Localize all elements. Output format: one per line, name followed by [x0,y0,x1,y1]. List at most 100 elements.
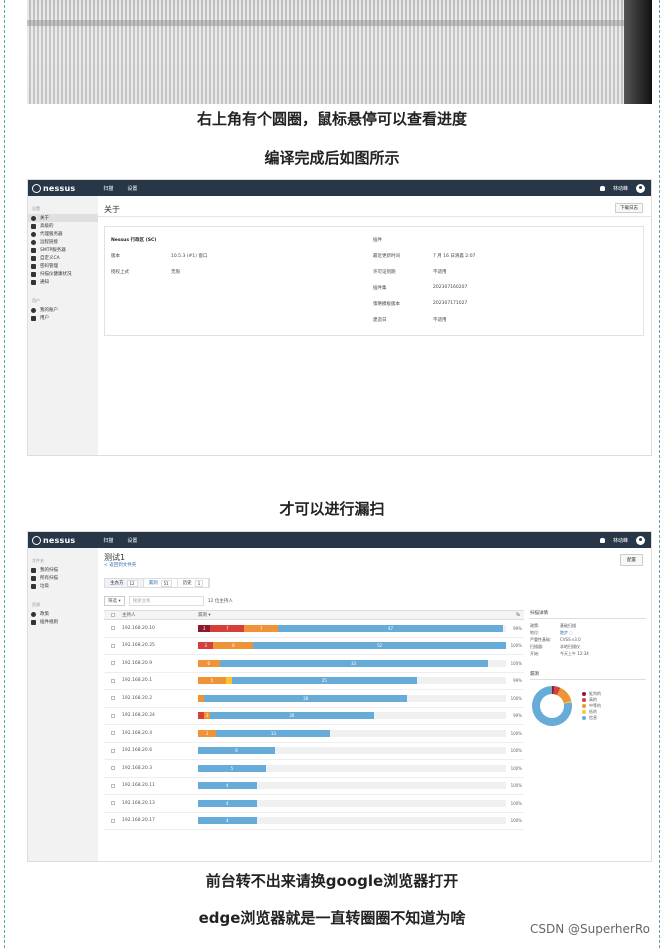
sidebar-item-my-account[interactable]: 我的账户 [28,306,98,314]
table-row[interactable]: 192.168.20.13 4 100% [104,795,524,813]
table-row[interactable]: 192.168.20.4 2 13 100% [104,725,524,743]
row-checkbox[interactable] [111,748,115,753]
sidebar-item-users[interactable]: 用户 [28,314,98,322]
vuln-segment[interactable]: 52 [253,642,506,650]
vuln-bar[interactable]: 4 [198,782,506,790]
vuln-segment[interactable]: 3 [198,642,214,650]
nessus-logo[interactable]: nessus [32,535,75,545]
vuln-bar[interactable]: 6 [198,747,506,755]
vuln-segment[interactable]: 5 [198,764,266,772]
sidebar-item-smtp[interactable]: SMTP服务器 [28,246,98,254]
download-logs-button[interactable]: 下载日志 [615,203,643,213]
user-icon[interactable] [636,535,645,545]
row-checkbox[interactable] [111,678,115,683]
nav-settings[interactable]: 设置 [127,537,137,544]
vuln-bar[interactable]: 3 26 [198,712,506,720]
vuln-segment[interactable]: 33 [219,659,488,667]
bell-icon[interactable] [599,185,605,191]
vuln-segment[interactable]: 28 [204,694,408,702]
col-vulnerabilities[interactable]: 漏洞 ▾ [198,612,506,618]
tab-history[interactable]: 历史 1 [178,579,210,587]
vuln-segment[interactable]: 6 [198,747,275,755]
vuln-segment[interactable]: 4 [198,799,257,807]
row-checkbox[interactable] [111,661,115,666]
table-row[interactable]: 192.168.20.2 28 100% [104,690,524,708]
sidebar-item-plugin-rules[interactable]: 插件规则 [28,618,98,626]
nessus-logo[interactable]: nessus [32,183,75,193]
row-checkbox[interactable] [111,626,115,631]
row-checkbox[interactable] [111,766,115,771]
vuln-segment[interactable]: 3 [198,624,211,632]
sidebar-item-remote-link[interactable]: 远程链接 [28,238,98,246]
sidebar-item-custom-ca[interactable]: 自定义CA [28,254,98,262]
bell-icon[interactable] [599,537,605,543]
table-row[interactable]: 192.168.20.17 4 100% [104,813,524,830]
col-host[interactable]: 主持人 [122,612,198,618]
vuln-segment[interactable]: 6 [198,659,220,667]
vuln-bar[interactable]: 6 33 [198,659,506,667]
vuln-bar[interactable]: 4 [198,817,506,825]
user-name[interactable]: 林动峰 [613,537,628,544]
vuln-segment[interactable]: 7 [210,624,245,632]
user-name[interactable]: 林动峰 [613,185,628,192]
vuln-segment[interactable]: 25 [231,677,417,685]
tab-vulnerabilities[interactable]: 漏洞 51 [144,579,178,587]
table-row[interactable]: 192.168.20.1 5 25 99% [104,673,524,690]
row-percent: 100% [510,783,522,789]
vuln-bar[interactable]: 2 13 [198,729,506,737]
nav-scans[interactable]: 扫描 [103,537,113,544]
vuln-bar[interactable]: 28 [198,694,506,702]
vuln-segment[interactable]: 4 [198,817,257,825]
vuln-segment[interactable]: 5 [198,677,226,685]
tab-hosts[interactable]: 主办方 12 [105,579,144,587]
sidebar-item-scanner-health[interactable]: 扫描仪健康状况 [28,270,98,278]
nav-settings[interactable]: 设置 [127,185,137,192]
vuln-segment[interactable]: 26 [210,712,374,720]
vuln-segment[interactable]: 7 [244,624,279,632]
select-all-checkbox[interactable] [111,613,115,617]
table-row[interactable]: 192.168.20.10 3 7 7 47 99% [104,620,524,638]
row-checkbox[interactable] [111,696,115,701]
row-checkbox[interactable] [111,783,115,788]
table-row[interactable]: 192.168.20.3 5 100% [104,760,524,778]
table-row[interactable]: 192.168.20.24 3 26 99% [104,708,524,725]
sidebar-item-notifications[interactable]: 通知 [28,278,98,286]
table-row[interactable]: 192.168.20.9 6 33 100% [104,655,524,673]
sidebar-item-my-scans[interactable]: 我的扫描 [28,566,98,574]
table-row[interactable]: 192.168.20.11 4 100% [104,778,524,795]
vuln-segment[interactable]: 8 [213,642,254,650]
caption-3: 才可以进行漏扫 [279,500,385,518]
table-row[interactable]: 192.168.20.25 3 8 52 100% [104,638,524,655]
row-checkbox[interactable] [111,818,115,823]
filter-dropdown[interactable]: 筛选 ▾ [104,596,125,606]
users-icon [31,315,36,321]
sidebar-item-advanced[interactable]: 高级的 [28,222,98,230]
nav-scans[interactable]: 扫描 [103,185,113,192]
back-to-folder-link[interactable]: < 返回到文件夹 [104,562,136,568]
host-ip: 192.168.20.24 [122,713,155,719]
user-icon[interactable] [636,183,645,193]
table-row[interactable]: 192.168.20.6 6 100% [104,743,524,760]
vuln-bar[interactable]: 4 [198,799,506,807]
vuln-segment[interactable]: 2 [198,729,217,737]
row-checkbox[interactable] [111,801,115,806]
sidebar-item-policies[interactable]: 政策 [28,610,98,618]
sidebar-item-about[interactable]: 关于 [28,214,98,222]
vuln-segment[interactable]: 13 [216,729,331,737]
vuln-bar[interactable]: 5 25 [198,677,506,685]
vuln-bar[interactable]: 3 8 52 [198,642,506,650]
configure-button[interactable]: 配置 [620,554,643,566]
sidebar-item-proxy[interactable]: 代理服务器 [28,230,98,238]
vuln-bar[interactable]: 3 7 7 47 [198,624,506,632]
vuln-bar[interactable]: 5 [198,764,506,772]
sidebar-item-trash[interactable]: 垃圾 [28,582,98,590]
row-checkbox[interactable] [111,731,115,736]
sidebar-item-all-scans[interactable]: 所有扫描 [28,574,98,582]
search-hosts-input[interactable]: 搜索主机 [128,596,204,606]
product-label: Nessus 行政区 (SC) [111,238,157,243]
row-checkbox[interactable] [111,713,115,718]
row-checkbox[interactable] [111,643,115,648]
vuln-segment[interactable]: 4 [198,782,257,790]
sidebar-item-password-mgmt[interactable]: 密码管理 [28,262,98,270]
vuln-segment[interactable]: 47 [278,624,503,632]
